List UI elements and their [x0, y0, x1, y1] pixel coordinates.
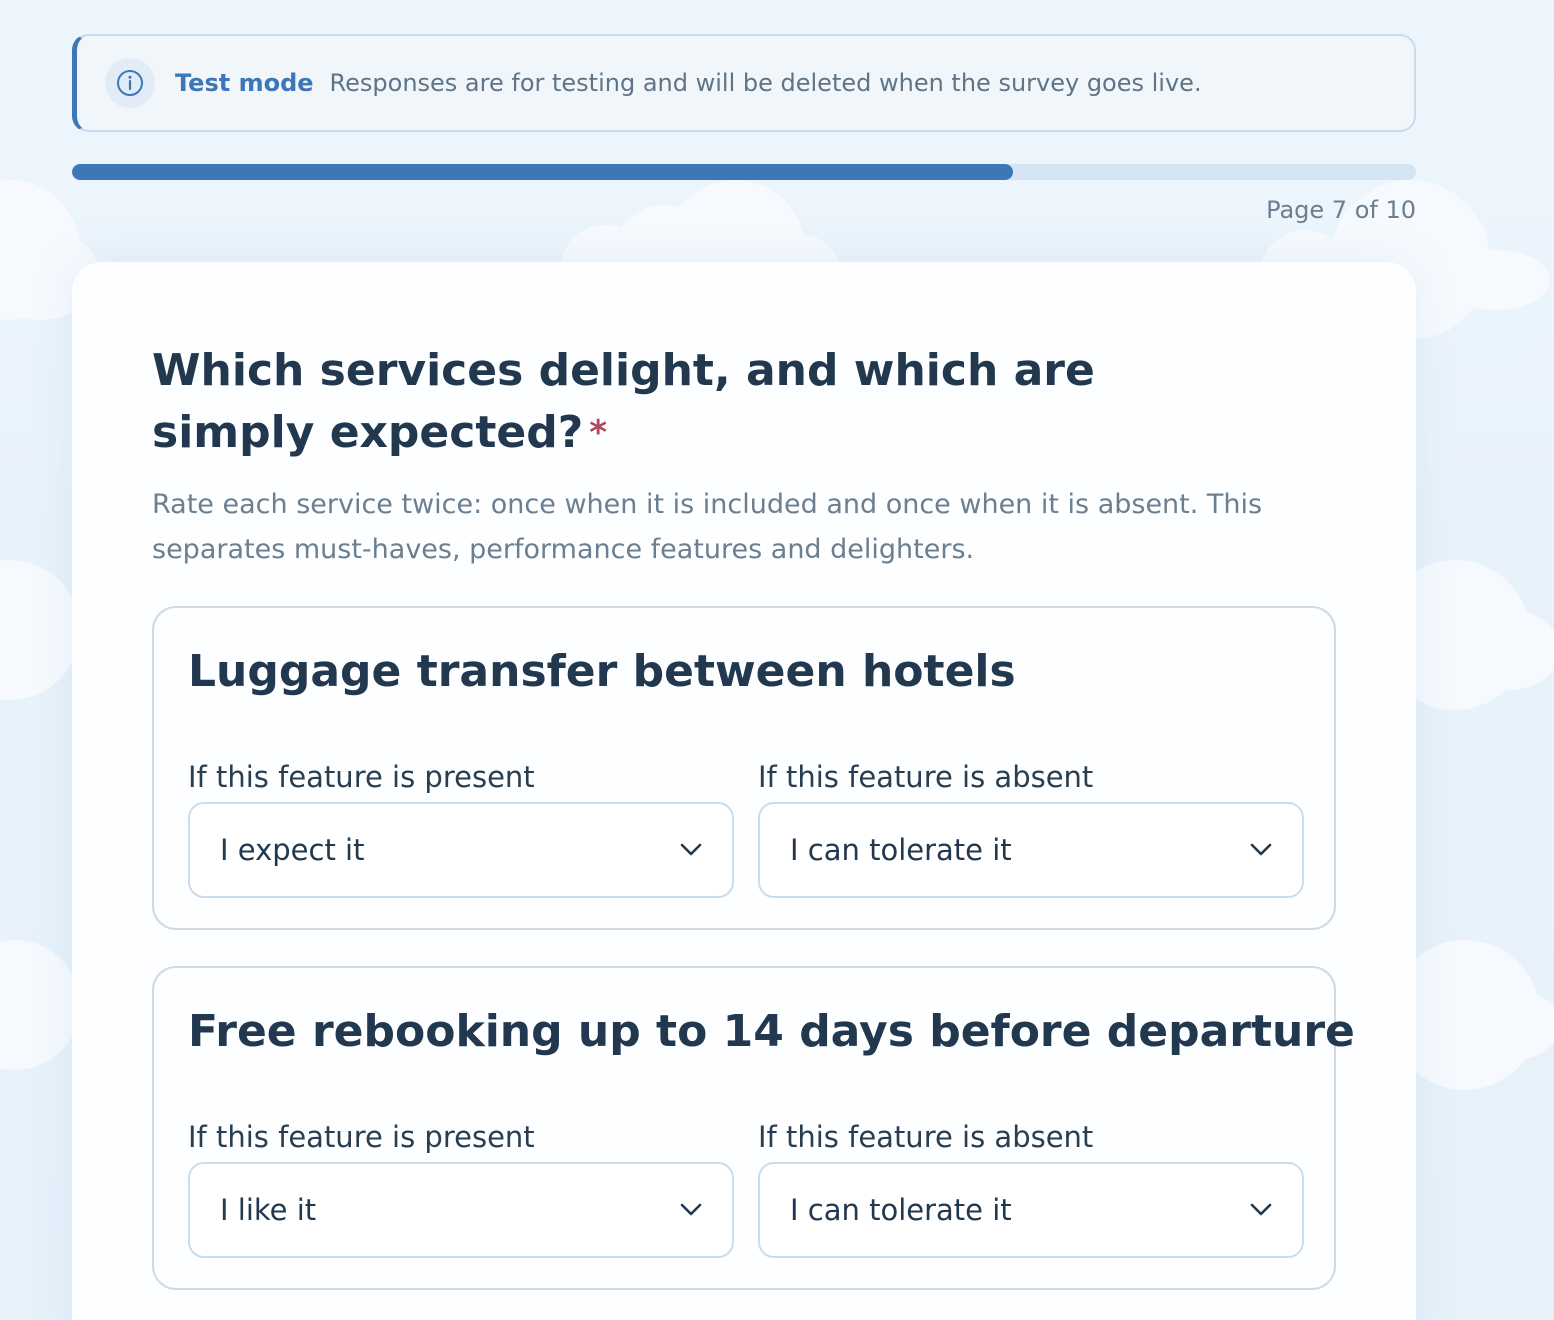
feature-title: Free rebooking up to 14 days before depa… — [188, 1006, 1355, 1057]
feature-item-free-rebooking: Free rebooking up to 14 days before depa… — [152, 966, 1355, 1290]
present-label: If this feature is present — [188, 760, 535, 794]
chevron-down-icon — [1248, 1197, 1274, 1223]
page-indicator: Page 7 of 10 — [1266, 196, 1416, 224]
question-description: Rate each service twice: once when it is… — [152, 489, 1263, 565]
absent-select[interactable]: I can tolerate it — [758, 802, 1304, 898]
progress-fill — [72, 164, 1013, 180]
question-title-text: Which services delight, and which are si… — [152, 345, 1095, 458]
banner-message: Responses are for testing and will be de… — [329, 69, 1202, 97]
question-title: Which services delight, and which are si… — [152, 340, 1252, 464]
feature-item-luggage-transfer: Luggage transfer between hotels If this … — [152, 606, 1336, 930]
test-mode-banner: Test mode Responses are for testing and … — [72, 34, 1416, 132]
present-select[interactable]: I expect it — [188, 802, 734, 898]
chevron-down-icon — [678, 1197, 704, 1223]
banner-title: Test mode — [175, 69, 314, 97]
absent-select[interactable]: I can tolerate it — [758, 1162, 1304, 1258]
chevron-down-icon — [678, 837, 704, 863]
progress-bar — [72, 164, 1416, 180]
present-select[interactable]: I like it — [188, 1162, 734, 1258]
question-card: Which services delight, and which are si… — [72, 262, 1416, 1320]
present-select-value: I like it — [220, 1193, 317, 1227]
absent-label: If this feature is absent — [758, 1120, 1094, 1154]
present-label: If this feature is present — [188, 1120, 535, 1154]
absent-select-value: I can tolerate it — [790, 833, 1012, 867]
absent-select-value: I can tolerate it — [790, 1193, 1012, 1227]
absent-label: If this feature is absent — [758, 760, 1094, 794]
required-asterisk: * — [589, 413, 608, 453]
feature-title: Luggage transfer between hotels — [188, 646, 1016, 697]
present-select-value: I expect it — [220, 833, 365, 867]
chevron-down-icon — [1248, 837, 1274, 863]
info-icon — [105, 58, 155, 108]
